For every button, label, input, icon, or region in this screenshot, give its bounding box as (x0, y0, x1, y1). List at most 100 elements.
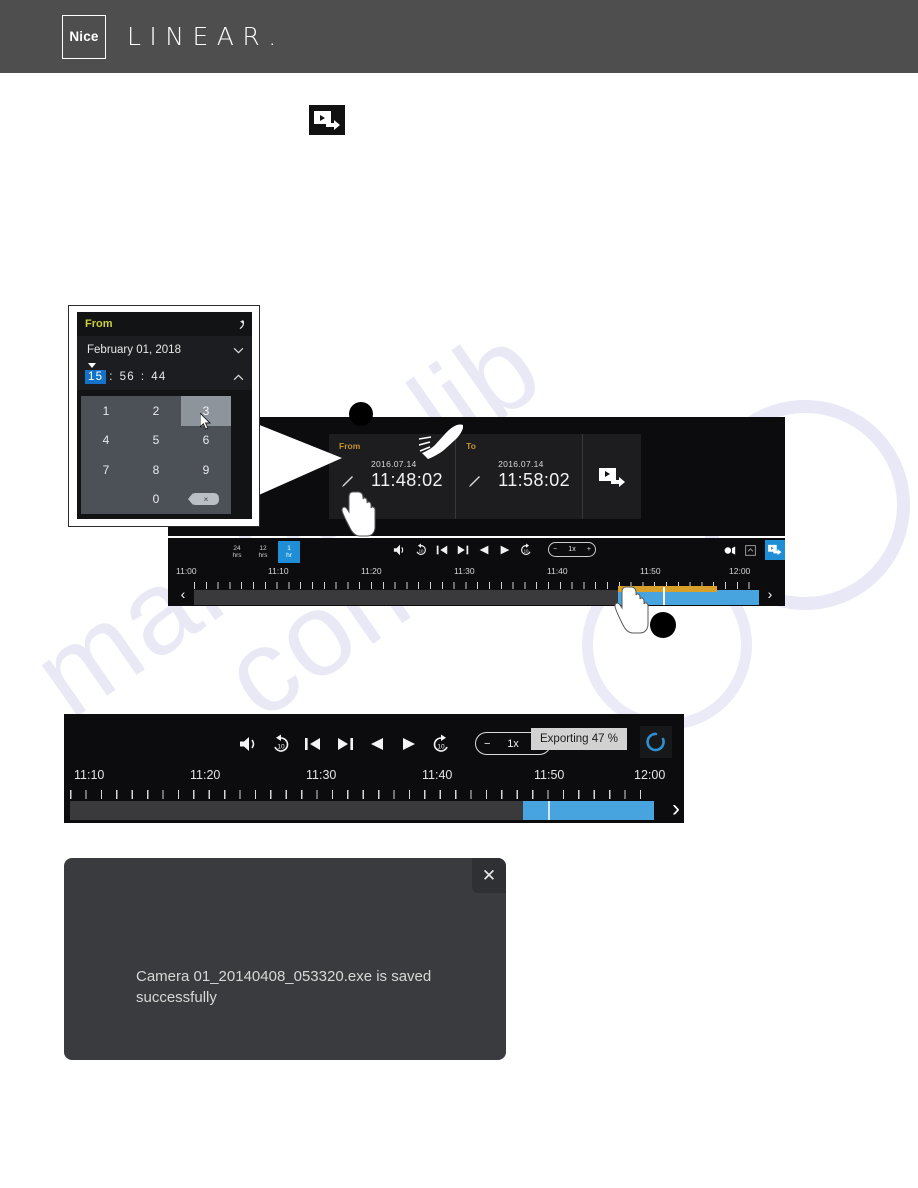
to-label: To (466, 441, 476, 451)
tl-a-label-2: 11:20 (361, 566, 382, 576)
close-icon[interactable]: ✕ (472, 858, 506, 893)
volume-icon[interactable] (239, 734, 259, 754)
keypad-backspace-key[interactable]: × (181, 485, 231, 515)
picker-date-row[interactable]: February 01, 2018 (77, 336, 252, 364)
tl-a-label-6: 12:00 (729, 566, 751, 576)
timeline-b-track-wrap: › (64, 790, 684, 821)
chevron-up-icon[interactable] (233, 373, 244, 381)
picker-time-row[interactable]: 15 : 56 : 44 (77, 363, 252, 390)
keypad-key-2[interactable]: 2 (131, 396, 181, 426)
brand-wordmark: LINEAR. (127, 22, 276, 51)
loading-spinner-icon (640, 726, 672, 758)
export-glyph-icon (768, 544, 782, 556)
speed-minus-button[interactable]: − (484, 738, 490, 750)
pencil-icon[interactable] (341, 474, 355, 488)
forward-10-icon[interactable]: 10 (519, 542, 533, 557)
timeline-scroll-right-button[interactable]: › (672, 797, 680, 821)
dialog-message: Camera 01_20140408_053320.exe is saved s… (136, 968, 432, 1006)
nice-logo-text: Nice (69, 29, 99, 44)
arrow-right-icon (326, 120, 340, 130)
forward-10-icon[interactable]: 10 (431, 734, 451, 754)
timeline-a-track[interactable] (194, 586, 759, 605)
page-header: Nice LINEAR. (0, 0, 918, 73)
speed-value: 1x (568, 546, 576, 553)
keypad-key-7[interactable]: 7 (81, 455, 131, 485)
callout-wedge (252, 422, 342, 498)
picker-second[interactable]: 44 (148, 370, 169, 384)
mouse-cursor-icon (200, 413, 212, 430)
pencil-icon[interactable] (468, 474, 482, 488)
speed-stepper-a[interactable]: − 1x + (548, 542, 596, 557)
duration-12hrs-button[interactable]: 12 hrs (252, 541, 274, 563)
volume-icon[interactable] (393, 543, 407, 557)
svg-text:10: 10 (419, 548, 424, 553)
timeline-b-labels: 11:10 11:20 11:30 11:40 11:50 12:00 (74, 768, 674, 786)
duration-toggle-group: 24 hrs 12 hrs 1 hr (226, 541, 300, 563)
play-icon[interactable] (498, 543, 512, 557)
skip-next-icon[interactable] (335, 734, 355, 754)
keypad-key-8[interactable]: 8 (131, 455, 181, 485)
export-icon[interactable] (765, 540, 785, 560)
rewind-10-icon[interactable]: 10 (414, 542, 428, 557)
duration-24-top: 24 (233, 544, 241, 552)
spinner-arc-icon (646, 732, 665, 752)
callout-marker-1 (349, 402, 373, 426)
timeline-scroll-left-button[interactable]: ‹ (176, 586, 190, 602)
keypad-key-4[interactable]: 4 (81, 426, 131, 456)
duration-24-bottom: hrs (232, 552, 242, 559)
timeline-b-playhead[interactable] (547, 801, 551, 820)
skip-next-icon[interactable] (456, 543, 470, 557)
keypad-key-1[interactable]: 1 (81, 396, 131, 426)
timeline-b-selection[interactable] (522, 801, 654, 820)
skip-previous-icon[interactable] (435, 543, 449, 557)
brand-dot: . (268, 22, 277, 51)
svg-text:10: 10 (277, 743, 285, 750)
timeline-a-track-wrap: ‹ › (176, 582, 777, 606)
skip-previous-icon[interactable] (303, 734, 323, 754)
timeline-right-icons (723, 540, 785, 560)
picker-date-value: February 01, 2018 (87, 344, 181, 356)
drag-hand-cursor-icon (418, 424, 463, 459)
tl-b-label-1: 11:20 (190, 768, 221, 782)
pointer-hand-cursor-icon (614, 586, 649, 634)
selection-caret-icon (88, 363, 96, 368)
reset-arrow-icon[interactable] (233, 318, 246, 331)
to-date: 2016.07.14 (498, 459, 544, 469)
arrow-right-icon (611, 476, 626, 487)
duration-24hrs-button[interactable]: 24 hrs (226, 541, 248, 563)
picker-title-bar: From (77, 312, 252, 336)
export-button[interactable] (583, 434, 641, 519)
duration-1-bottom: hr (286, 552, 292, 559)
keypad-key-5[interactable]: 5 (131, 426, 181, 456)
to-cell[interactable]: To 2016.07.14 11:58:02 (456, 434, 584, 519)
from-time: 11:48:02 (371, 470, 443, 490)
tl-b-label-4: 11:50 (534, 768, 565, 782)
timeline-b-track[interactable] (70, 801, 654, 820)
play-icon[interactable] (399, 734, 419, 754)
tl-b-label-5: 12:00 (634, 768, 666, 782)
rewind-10-icon[interactable]: 10 (271, 734, 291, 754)
snapshot-icon[interactable] (744, 544, 757, 557)
picker-minute[interactable]: 56 (117, 370, 138, 384)
keypad-key-0[interactable]: 0 (131, 485, 181, 515)
timeline-a-playhead[interactable] (662, 587, 665, 605)
brand-text: LINEAR (127, 22, 269, 51)
picker-sep-2: : (140, 371, 146, 383)
timeline-scroll-right-button[interactable]: › (763, 586, 777, 602)
play-reverse-icon[interactable] (477, 543, 491, 557)
picker-hour[interactable]: 15 (85, 370, 107, 384)
play-reverse-icon[interactable] (367, 734, 387, 754)
record-icon[interactable] (723, 544, 736, 557)
duration-12-top: 12 (259, 544, 267, 552)
chevron-down-icon[interactable] (233, 347, 244, 354)
export-status-tooltip: Exporting 47 % (531, 728, 627, 750)
playback-controls-a: 10 10 − 1x + (393, 542, 596, 557)
duration-1hr-button[interactable]: 1 hr (278, 541, 300, 563)
save-success-dialog: ✕ Camera 01_20140408_053320.exe is saved… (64, 858, 506, 1060)
picker-sep-1: : (109, 371, 114, 383)
keypad-key-9[interactable]: 9 (181, 455, 231, 485)
speed-plus-button[interactable]: + (587, 546, 591, 553)
speed-minus-button[interactable]: − (553, 546, 557, 553)
export-icon (309, 105, 345, 135)
timeline-b-ticks (70, 790, 654, 799)
